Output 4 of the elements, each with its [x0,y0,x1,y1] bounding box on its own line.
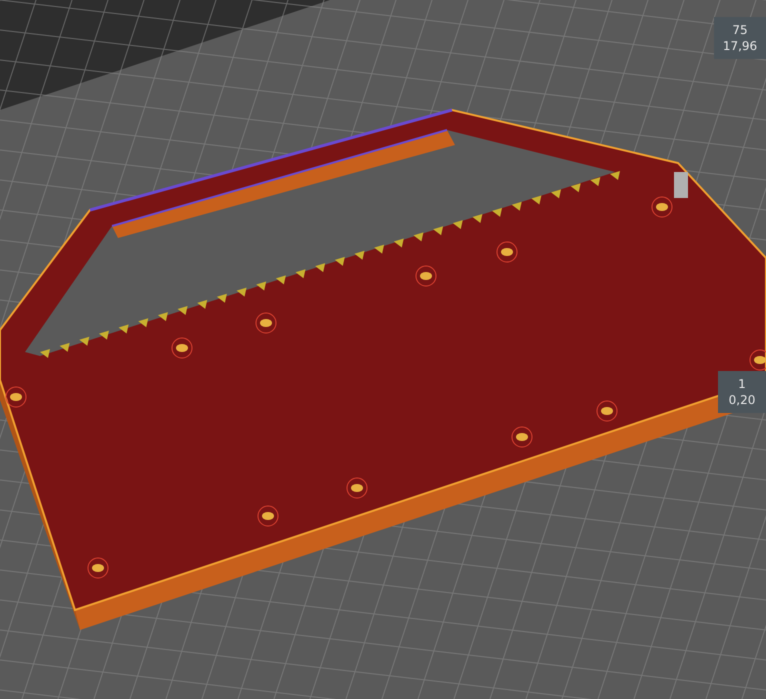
layer-number: 1 [737,376,747,392]
layer-height: 0,20 [728,392,756,408]
layer-height: 17,96 [722,38,758,54]
layer-number: 75 [731,22,749,38]
